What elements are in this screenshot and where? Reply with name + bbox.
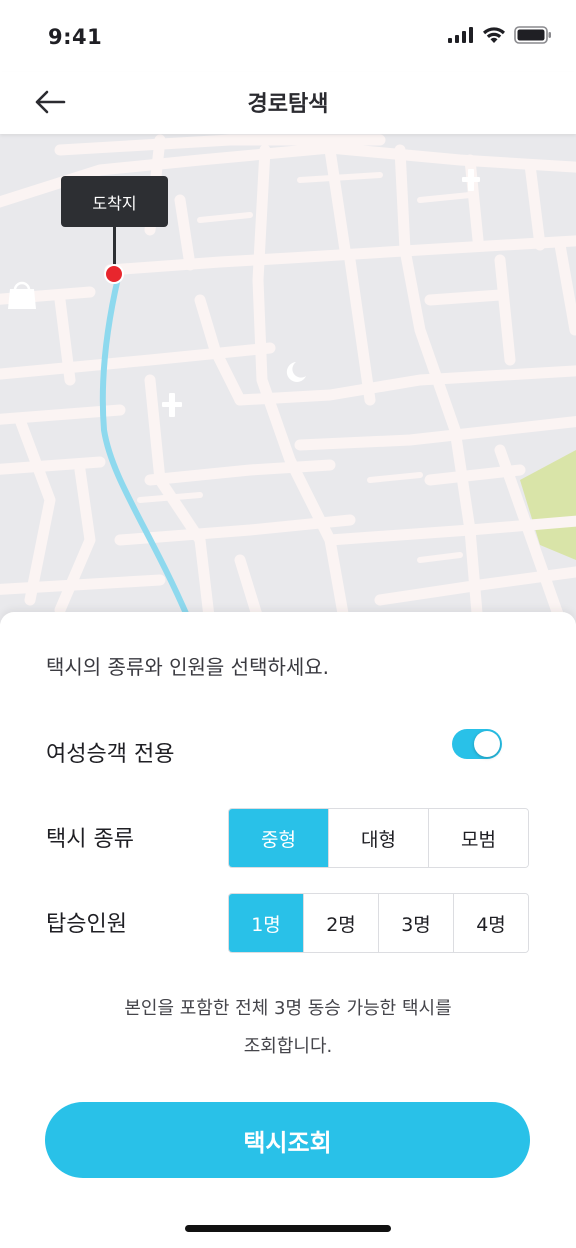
taxi-type-option-deluxe[interactable]: 모범 [428,809,528,867]
navigation-bar: 경로탐색 [0,72,576,134]
status-bar: 9:41 [0,0,576,72]
passenger-option-2[interactable]: 2명 [303,894,378,952]
destination-pin[interactable] [104,264,124,284]
toggle-knob [474,731,500,757]
sheet-prompt: 택시의 종류와 인원을 선택하세요. [46,655,330,679]
page-title: 경로탐색 [247,92,329,117]
status-icons [448,26,552,44]
status-time: 9:41 [48,25,103,49]
wifi-icon [483,26,505,43]
women-only-toggle[interactable] [452,729,502,759]
passenger-option-3[interactable]: 3명 [378,894,453,952]
taxi-type-option-midsize[interactable]: 중형 [229,809,328,867]
passenger-count-selector: 1명 2명 3명 4명 [228,893,529,953]
women-only-label: 여성승객 전용 [46,742,175,767]
callout-stem [113,226,116,268]
taxi-type-selector: 중형 대형 모범 [228,808,529,868]
passenger-option-4[interactable]: 4명 [453,894,528,952]
passengers-label: 탑승인원 [46,912,127,937]
search-taxi-button[interactable]: 택시조회 [45,1102,530,1178]
options-sheet: 택시의 종류와 인원을 선택하세요. 여성승객 전용 택시 종류 중형 대형 모… [0,612,576,1248]
battery-icon [514,26,551,44]
destination-callout: 도착지 [61,176,168,227]
info-text: 본인을 포함한 전체 3명 동승 가능한 택시를 조회합니다. [0,990,576,1066]
info-line-1: 본인을 포함한 전체 3명 동승 가능한 택시를 [124,998,452,1019]
signal-icon [448,27,473,43]
passenger-option-1[interactable]: 1명 [229,894,303,952]
taxi-type-option-large[interactable]: 대형 [328,809,428,867]
home-indicator [185,1225,391,1232]
taxi-type-label: 택시 종류 [46,827,134,852]
info-line-2: 조회합니다. [243,1036,333,1057]
